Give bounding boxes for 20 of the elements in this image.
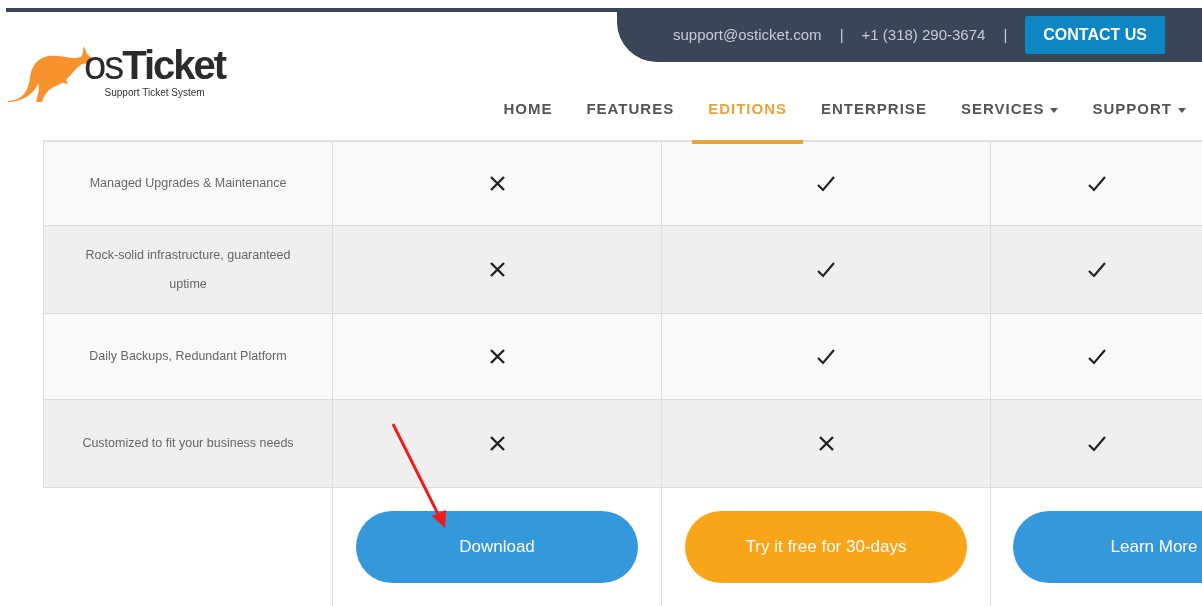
nav-link[interactable]: SERVICES bbox=[944, 88, 1075, 144]
feature-label: Customized to fit your business needs bbox=[82, 435, 294, 452]
feature-label: Rock-solid infrastructure, guaranteed uptime bbox=[84, 246, 292, 293]
caret-icon bbox=[1178, 107, 1186, 113]
contact-us-button[interactable]: CONTACT US bbox=[1025, 16, 1165, 54]
nav-link[interactable]: ENTERPRISE bbox=[805, 88, 943, 144]
logo-wordmark: osTicket bbox=[84, 45, 226, 85]
action-button[interactable]: Learn More bbox=[1013, 511, 1202, 583]
email-link[interactable]: support@osticket.com bbox=[673, 23, 822, 47]
separator: | bbox=[1003, 24, 1008, 45]
action-button[interactable]: Download bbox=[356, 511, 638, 583]
nav-link[interactable]: HOME bbox=[487, 88, 569, 144]
feature-label: Daily Backups, Redundant Platform bbox=[89, 348, 287, 365]
separator: | bbox=[839, 24, 844, 45]
logo-tagline: Support Ticket System bbox=[104, 86, 205, 100]
caret-icon bbox=[1050, 107, 1059, 113]
phone-number: +1 (318) 290-3674 bbox=[861, 24, 986, 45]
nav-link[interactable]: FEATURES bbox=[570, 88, 691, 144]
feature-label: Managed Upgrades & Maintenance bbox=[89, 175, 287, 192]
nav-link[interactable]: SUPPORT bbox=[1076, 88, 1202, 144]
